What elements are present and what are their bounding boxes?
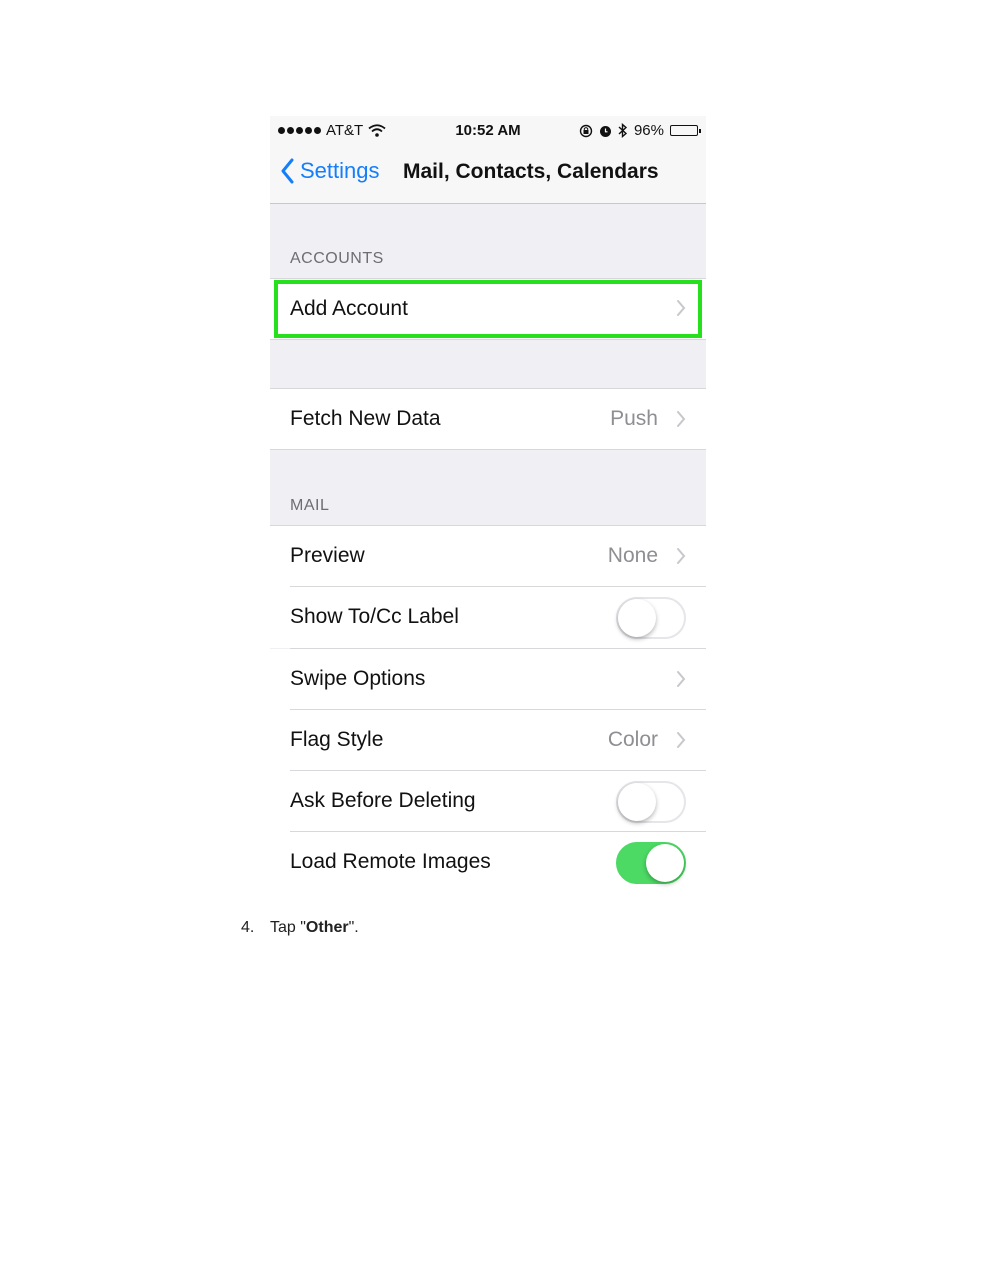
add-account-highlight-box [274, 280, 702, 338]
chevron-right-icon [677, 548, 686, 564]
flag-style-row[interactable]: Flag Style Color [270, 710, 706, 771]
toggle-knob [618, 599, 656, 637]
step-text-suffix: ". [348, 919, 359, 936]
navigation-bar: Settings Mail, Contacts, Calendars [270, 144, 706, 204]
ask-before-deleting-row: Ask Before Deleting [270, 771, 706, 832]
flag-style-label: Flag Style [290, 728, 384, 751]
instruction-step: 4. Tap "Other". [241, 919, 359, 937]
accounts-section-header: ACCOUNTS [290, 250, 384, 267]
fetch-new-data-label: Fetch New Data [290, 407, 441, 430]
step-text-prefix: Tap " [270, 919, 306, 936]
ask-before-deleting-toggle[interactable] [616, 781, 686, 823]
back-button[interactable]: Settings [280, 158, 380, 184]
fetch-new-data-value: Push [610, 407, 658, 430]
battery-icon [670, 125, 701, 136]
toggle-knob [646, 844, 684, 882]
toggle-knob [618, 783, 656, 821]
show-tocc-toggle[interactable] [616, 597, 686, 639]
chevron-left-icon [281, 158, 294, 184]
load-remote-images-row: Load Remote Images [270, 832, 706, 900]
back-label: Settings [300, 158, 380, 183]
alarm-icon [599, 125, 611, 137]
mail-section-header: MAIL [290, 497, 330, 514]
preview-label: Preview [290, 544, 365, 567]
bluetooth-icon [618, 123, 628, 138]
divider [270, 449, 706, 450]
phone-screenshot: AT&T 10:52 AM 96% Settings Mail, Contact… [270, 116, 706, 900]
battery-percent: 96% [633, 122, 664, 139]
load-remote-images-label: Load Remote Images [290, 850, 491, 873]
swipe-options-row[interactable]: Swipe Options [270, 649, 706, 710]
load-remote-images-toggle[interactable] [616, 842, 686, 884]
chevron-right-icon [677, 671, 686, 687]
orientation-lock-icon [579, 124, 593, 137]
preview-row[interactable]: Preview None [270, 526, 706, 587]
chevron-right-icon [677, 732, 686, 748]
show-tocc-label-row: Show To/Cc Label [270, 587, 706, 648]
chevron-right-icon [677, 411, 686, 427]
show-tocc-label: Show To/Cc Label [290, 605, 459, 628]
flag-style-value: Color [607, 728, 658, 751]
fetch-new-data-row[interactable]: Fetch New Data Push [270, 389, 706, 449]
divider [270, 339, 706, 340]
preview-value: None [607, 544, 658, 567]
status-bar: AT&T 10:52 AM 96% [270, 116, 706, 144]
step-number: 4. [241, 919, 255, 936]
step-text-bold: Other [305, 919, 349, 936]
swipe-options-label: Swipe Options [290, 667, 426, 690]
ask-before-deleting-label: Ask Before Deleting [290, 789, 476, 812]
page-title: Mail, Contacts, Calendars [403, 160, 659, 183]
